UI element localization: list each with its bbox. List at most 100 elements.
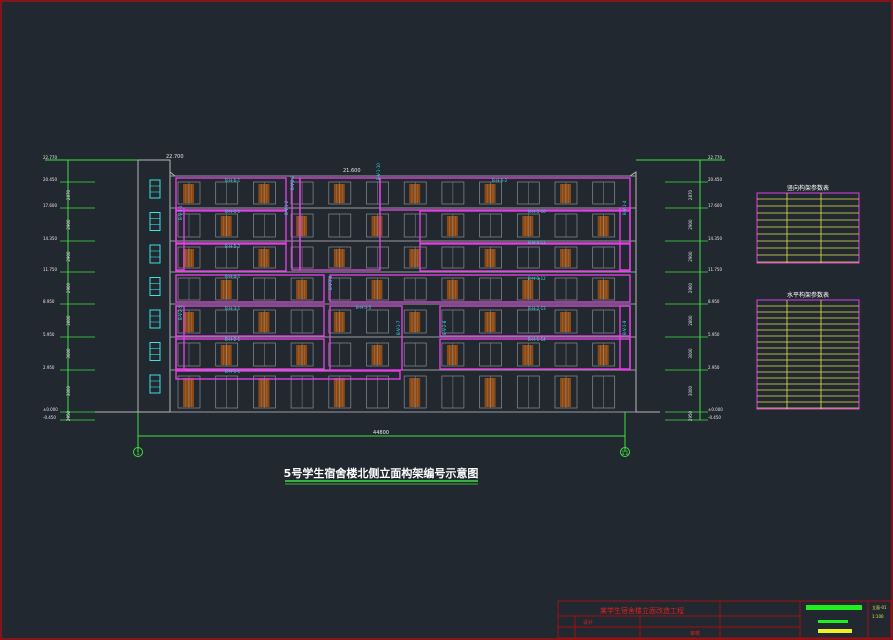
shade-louver bbox=[183, 378, 194, 407]
shade-louver bbox=[220, 345, 232, 365]
shade-louver bbox=[333, 184, 345, 203]
shade-louver bbox=[484, 378, 496, 407]
logo-bar bbox=[806, 605, 862, 610]
frame-box bbox=[619, 305, 631, 371]
beam-label: B-H-6-1 bbox=[225, 178, 241, 183]
storey-height-right: 2900 bbox=[688, 219, 693, 230]
storey-height-left: 2950 bbox=[66, 410, 71, 421]
shade-louver bbox=[296, 345, 308, 365]
beam-label: B-H-2-13 bbox=[528, 306, 546, 311]
shade-louver bbox=[560, 249, 571, 267]
stair-window bbox=[149, 342, 161, 361]
beam-label-vertical: B-V-1-1 bbox=[178, 205, 183, 220]
storey-height-left: 2900 bbox=[66, 251, 71, 262]
shade-louver bbox=[446, 280, 458, 299]
elevation-right: 22.770 bbox=[708, 155, 722, 160]
elevation-right: 8.950 bbox=[708, 299, 720, 304]
logo-bar-yellow bbox=[818, 629, 852, 633]
logo-bar-small bbox=[818, 620, 848, 623]
elevation-left: 2.950 bbox=[43, 365, 55, 370]
beam-label: B-H-3-12 bbox=[528, 276, 546, 281]
beam-label-vertical: B-V-2-5 bbox=[178, 305, 183, 320]
shade-louver bbox=[220, 216, 232, 236]
shade-louver bbox=[409, 312, 421, 332]
axis-label-left: 1 bbox=[136, 450, 140, 457]
shade-louver bbox=[258, 249, 270, 267]
storey-height-left: 2870 bbox=[66, 189, 71, 200]
elevation-left: 11.750 bbox=[43, 267, 57, 272]
horizontal-table-title: 水平构架参数表 bbox=[787, 291, 829, 299]
beam-label-vertical: B-V-1-9 bbox=[622, 320, 627, 335]
elevation-right: 11.750 bbox=[708, 267, 722, 272]
storey-height-left: 2900 bbox=[66, 282, 71, 293]
shade-louver bbox=[522, 280, 534, 299]
beam-label: B-H-5-2 bbox=[225, 244, 241, 249]
stair-window bbox=[149, 309, 161, 329]
shade-louver bbox=[258, 378, 270, 407]
shade-louver bbox=[333, 378, 345, 407]
horizontal-frame-table: 水平构架参数表 bbox=[756, 291, 860, 410]
elevation-right: 17.600 bbox=[708, 203, 722, 208]
beam-label-vertical: B-V-2-3 bbox=[290, 175, 295, 190]
sheet-number: 立面-01 bbox=[872, 604, 887, 610]
shade-louver bbox=[560, 378, 571, 407]
stair-windows bbox=[149, 179, 161, 394]
shade-louver bbox=[560, 312, 571, 332]
shade-louver bbox=[522, 216, 534, 236]
roof-ridge-elevation: 22.700 bbox=[166, 154, 184, 160]
elevation-left: 22.770 bbox=[43, 155, 57, 160]
shade-louver bbox=[484, 184, 496, 203]
shade-louver bbox=[333, 312, 345, 332]
shade-louver bbox=[333, 249, 345, 267]
elevation-left: 5.950 bbox=[43, 332, 55, 337]
storey-height-right: 2950 bbox=[688, 410, 693, 421]
shade-louver bbox=[371, 216, 383, 236]
storey-height-left: 3000 bbox=[66, 385, 71, 396]
beam-label-vertical: B-V-1-7 bbox=[396, 320, 401, 335]
shade-louver bbox=[484, 249, 496, 267]
shade-louver bbox=[296, 216, 308, 236]
cad-canvas[interactable]: B-H-6-1 B-H-5-1 B-H-5-2 B-H-4-1 B-H-3-1 B-H-2… bbox=[0, 0, 893, 640]
stair-window bbox=[149, 374, 161, 394]
storey-height-left: 2800 bbox=[66, 315, 71, 326]
beam-label: B-H-6-2 bbox=[492, 178, 508, 183]
storey-height-right: 3000 bbox=[688, 385, 693, 396]
elevation-left: 14.350 bbox=[43, 236, 57, 241]
beam-label-vertical: B-V-3-6 bbox=[328, 275, 333, 290]
overall-dimension: 44800 bbox=[373, 430, 389, 436]
elevation-left: -0.450 bbox=[43, 415, 56, 420]
shade-louver bbox=[597, 216, 609, 236]
checked-label: 审核 bbox=[690, 630, 700, 637]
elevation-right: -0.450 bbox=[708, 415, 721, 420]
roof-elevation: 21.600 bbox=[343, 168, 361, 174]
shade-louver bbox=[371, 280, 383, 299]
shade-louver bbox=[183, 184, 194, 203]
shade-louver bbox=[258, 184, 270, 203]
shade-louver bbox=[597, 345, 609, 365]
shade-louver bbox=[296, 280, 308, 299]
beam-label: B-H-2-1 bbox=[225, 337, 241, 342]
shade-louver bbox=[446, 345, 458, 365]
shade-louver bbox=[220, 280, 232, 299]
shade-louver bbox=[522, 345, 534, 365]
scale: 1:100 bbox=[872, 614, 884, 619]
beam-label-vertical: B-V-2-8 bbox=[442, 320, 447, 335]
frame-box bbox=[619, 207, 631, 271]
shade-louver bbox=[409, 184, 421, 203]
axis-label-right: 11 bbox=[621, 450, 629, 457]
stair-window bbox=[149, 212, 161, 231]
beam-label: B-H-4-11 bbox=[528, 240, 546, 245]
frame-box bbox=[419, 243, 631, 272]
sheet-border bbox=[0, 0, 893, 640]
storey-height-right: 2870 bbox=[688, 189, 693, 200]
shade-louver bbox=[484, 312, 496, 332]
beam-label: B-H-3-1 bbox=[225, 306, 241, 311]
storey-height-right: 2800 bbox=[688, 315, 693, 326]
elevation-right: 2.950 bbox=[708, 365, 720, 370]
storey-height-left: 3000 bbox=[66, 348, 71, 359]
beam-label-vertical: B-V-1-2 bbox=[284, 200, 289, 215]
elevation-right: ±0.000 bbox=[708, 407, 723, 412]
beam-label: B-H-3-5 bbox=[356, 305, 372, 310]
storey-height-right: 2900 bbox=[688, 251, 693, 262]
shade-louver bbox=[371, 345, 383, 365]
